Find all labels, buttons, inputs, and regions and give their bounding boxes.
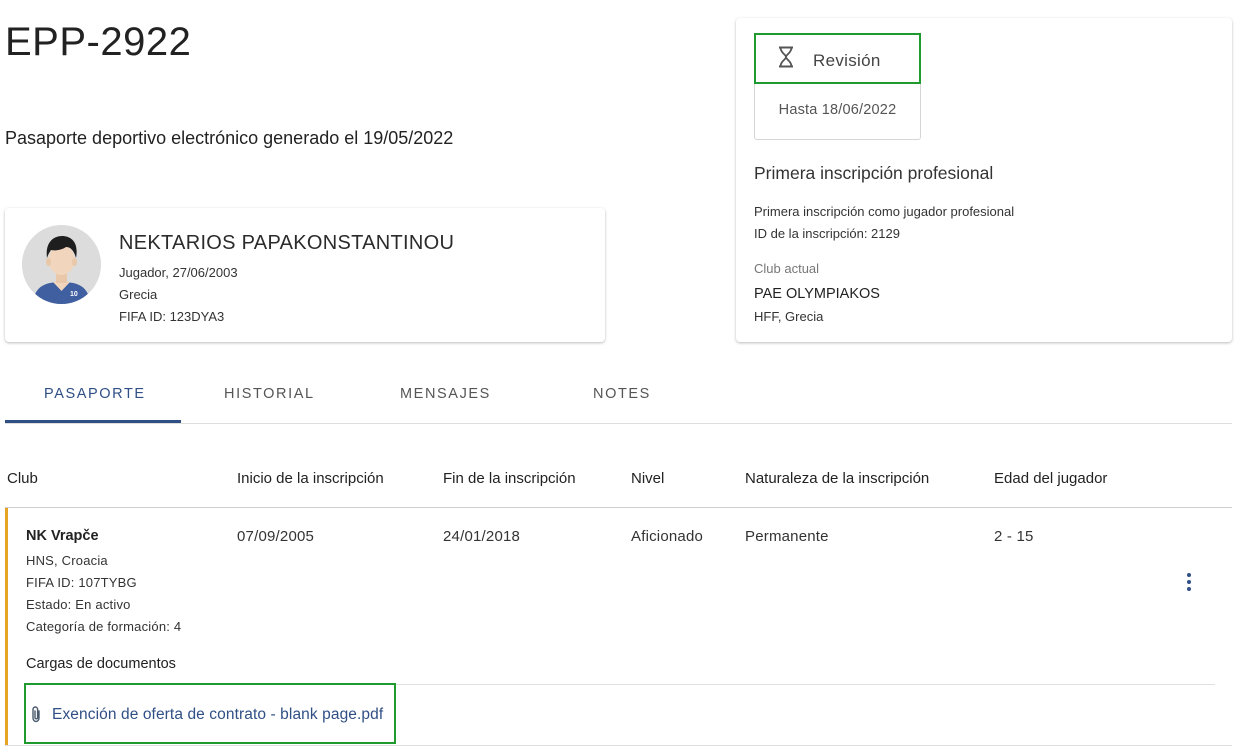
tab-historial[interactable]: HISTORIAL (224, 386, 315, 402)
active-tab-indicator (5, 420, 181, 423)
player-card: 10 NEKTARIOS PAPAKONSTANTINOU Jugador, 2… (5, 208, 605, 342)
current-club-label: Club actual (754, 261, 820, 276)
page-title: EPP-2922 (5, 20, 192, 64)
jersey-number: 10 (70, 291, 78, 298)
row-end-date: 24/01/2018 (443, 528, 521, 545)
paperclip-icon (30, 705, 42, 728)
row-start-date: 07/09/2005 (237, 528, 315, 545)
row-club-training-category: Categoría de formación: 4 (26, 619, 182, 634)
row-club-fifa-id: FIFA ID: 107TYBG (26, 575, 137, 590)
tab-pasaporte[interactable]: PASAPORTE (44, 386, 146, 402)
column-header-age: Edad del jugador (994, 470, 1108, 487)
column-header-start: Inicio de la inscripción (237, 470, 384, 487)
documents-title: Cargas de documentos (26, 656, 176, 672)
row-level: Aficionado (631, 528, 704, 545)
page-subtitle: Pasaporte deportivo electrónico generado… (5, 128, 454, 148)
document-link[interactable]: Exención de oferta de contrato - blank p… (24, 683, 396, 744)
status-badge[interactable]: Revisión (754, 33, 921, 84)
hourglass-icon (776, 46, 796, 73)
player-name: NEKTARIOS PAPAKONSTANTINOU (119, 232, 455, 254)
document-file-name: Exención de oferta de contrato - blank p… (52, 706, 384, 723)
column-header-nature: Naturaleza de la inscripción (745, 470, 930, 487)
player-fifa-id: FIFA ID: 123DYA3 (119, 309, 225, 324)
row-nature: Permanente (745, 528, 829, 545)
column-header-end: Fin de la inscripción (443, 470, 576, 487)
tab-mensajes[interactable]: MENSAJES (400, 386, 491, 402)
player-avatar-icon: 10 (22, 225, 101, 304)
table-row-accent (5, 508, 8, 746)
player-role-birth: Jugador, 27/06/2003 (119, 265, 238, 280)
registration-title: Primera inscripción profesional (754, 163, 994, 183)
tabs-divider (5, 423, 1232, 424)
current-club-name: PAE OLYMPIAKOS (754, 286, 880, 302)
table-header-divider (5, 507, 1232, 508)
player-country: Grecia (119, 287, 158, 302)
row-club-state: Estado: En activo (26, 597, 131, 612)
table-bottom-divider (5, 745, 1232, 746)
row-club-association: HNS, Croacia (26, 553, 108, 568)
status-card: Revisión Hasta 18/06/2022 Primera inscri… (736, 18, 1232, 342)
status-until: Hasta 18/06/2022 (778, 102, 897, 118)
column-header-level: Nivel (631, 470, 665, 487)
registration-description: Primera inscripción como jugador profesi… (754, 204, 1015, 219)
avatar: 10 (22, 225, 101, 304)
current-club-association: HFF, Grecia (754, 309, 824, 324)
more-options-icon[interactable] (1182, 570, 1196, 594)
status-label: Revisión (813, 51, 881, 70)
row-club-name: NK Vrapče (26, 528, 99, 544)
column-header-club: Club (7, 470, 38, 487)
tab-notes[interactable]: NOTES (593, 386, 651, 402)
registration-id: ID de la inscripción: 2129 (754, 226, 900, 241)
row-age: 2 - 15 (994, 528, 1034, 545)
